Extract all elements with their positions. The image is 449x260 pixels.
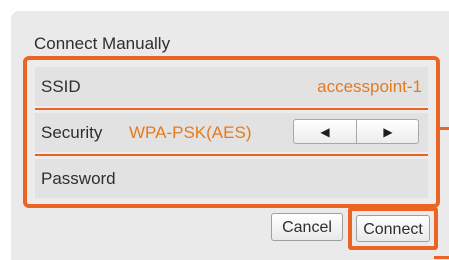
next-option-button[interactable]: ▶ xyxy=(357,120,419,143)
connect-callout-line xyxy=(434,256,449,259)
dialog-title: Connect Manually xyxy=(34,34,171,53)
security-row: Security WPA-PSK(AES) ◀ ▶ xyxy=(35,113,428,152)
form-callout-line xyxy=(436,127,449,130)
previous-option-button[interactable]: ◀ xyxy=(294,120,356,143)
ssid-label: SSID xyxy=(41,77,81,96)
password-label: Password xyxy=(41,169,116,188)
security-stepper: ◀ ▶ xyxy=(293,119,419,144)
form-highlight-frame: SSID accesspoint-1 Security WPA-PSK(AES)… xyxy=(23,56,440,208)
row-separator xyxy=(35,154,428,156)
arrow-right-icon: ▶ xyxy=(383,124,393,139)
ssid-row[interactable]: SSID accesspoint-1 xyxy=(35,67,428,106)
security-value: WPA-PSK(AES) xyxy=(129,123,252,142)
connect-button[interactable]: Connect xyxy=(356,215,430,242)
security-label: Security xyxy=(41,123,103,142)
ssid-value: accesspoint-1 xyxy=(317,77,422,96)
row-separator xyxy=(35,108,428,110)
cancel-button[interactable]: Cancel xyxy=(271,213,343,241)
password-row[interactable]: Password xyxy=(35,159,428,198)
arrow-left-icon: ◀ xyxy=(320,124,330,139)
